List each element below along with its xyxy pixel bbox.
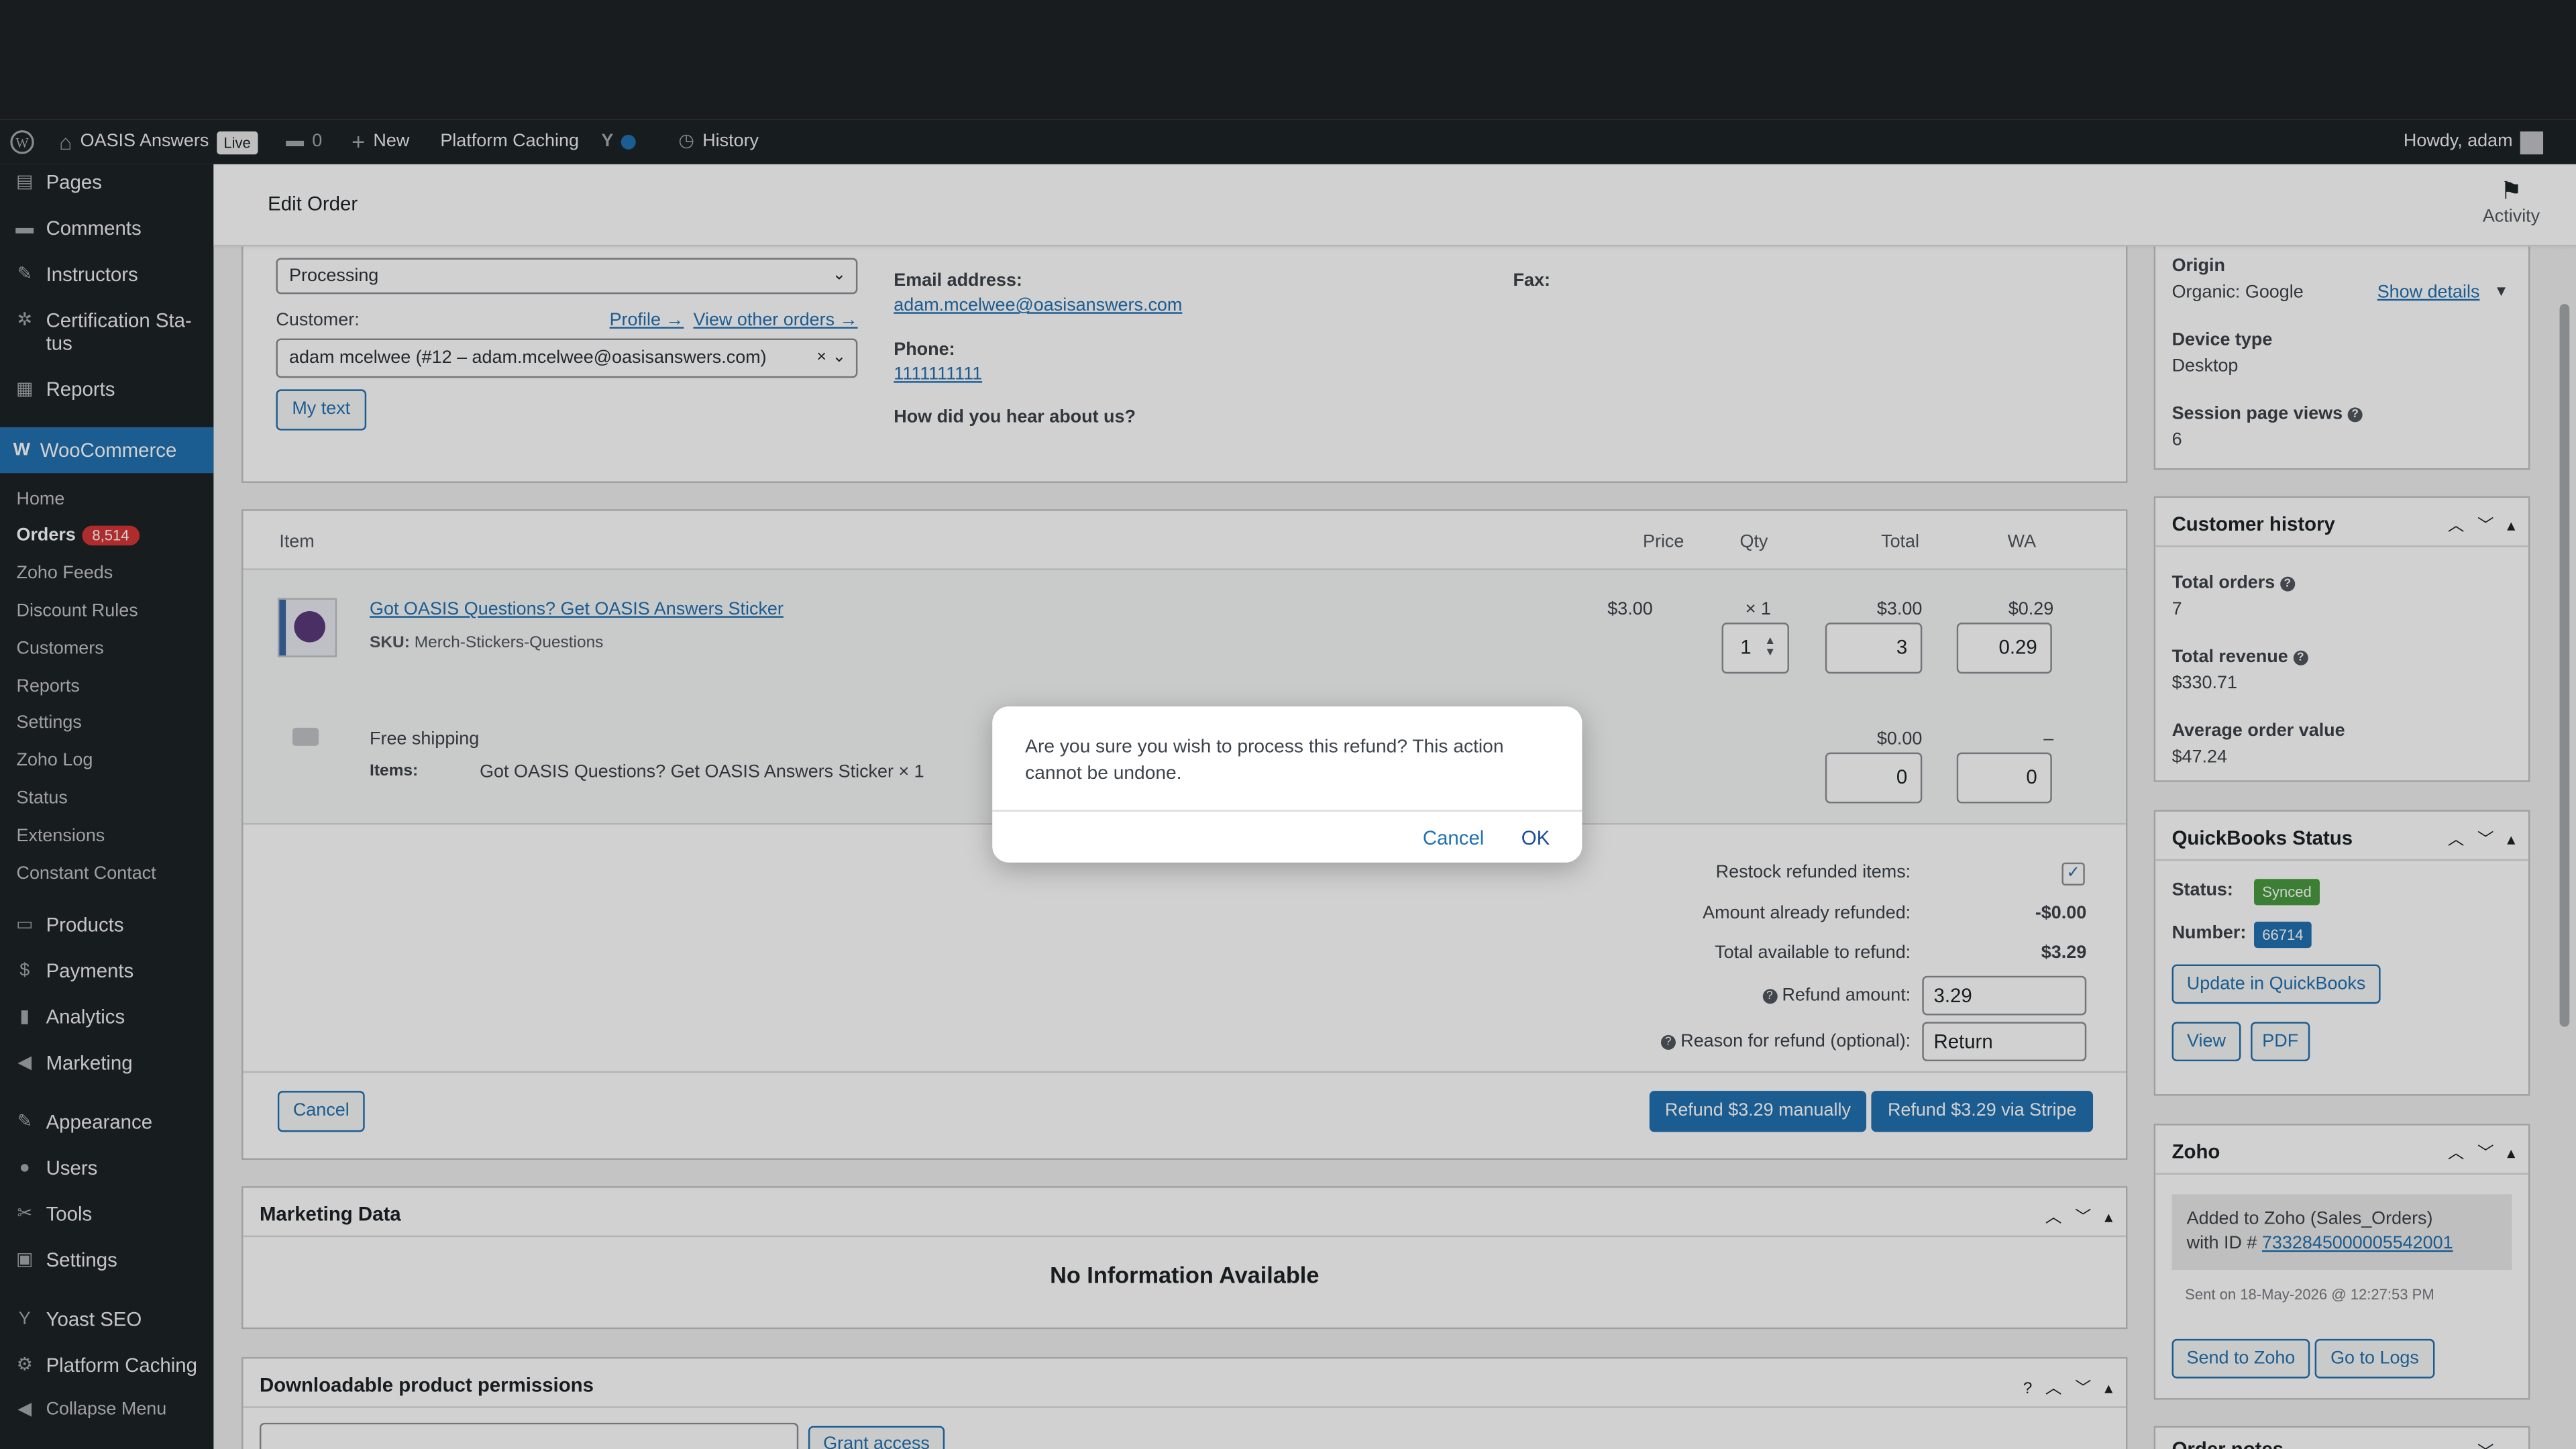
- dialog-ok-button[interactable]: OK: [1521, 826, 1550, 849]
- dialog-cancel-button[interactable]: Cancel: [1423, 826, 1484, 849]
- screen: W ⌂ OASIS Answers Live ▬ 0 + New Platfor…: [0, 0, 2576, 1449]
- dialog-message: Are you sure you wish to process this re…: [1025, 737, 1504, 784]
- confirm-refund-dialog: Are you sure you wish to process this re…: [992, 706, 1582, 863]
